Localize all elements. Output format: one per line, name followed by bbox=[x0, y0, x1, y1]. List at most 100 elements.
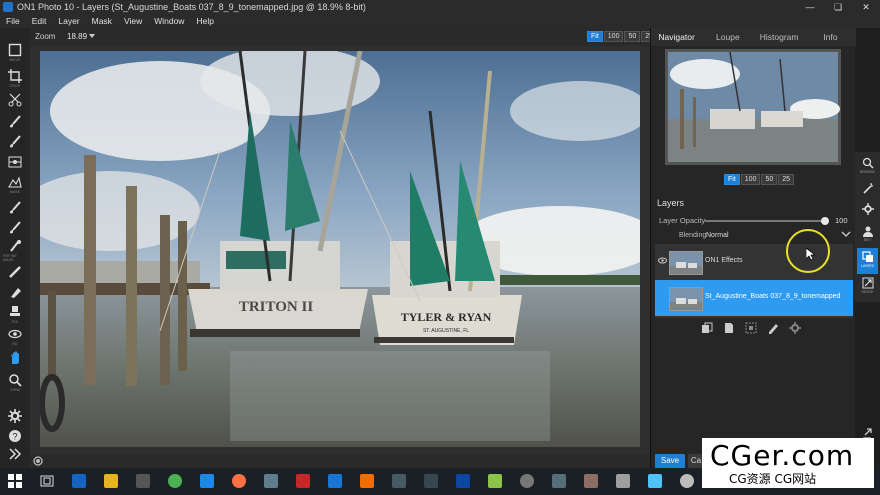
crop-icon bbox=[8, 69, 22, 83]
edge-icon[interactable] bbox=[200, 474, 214, 488]
mask-icon bbox=[8, 176, 22, 188]
navigator-thumbnail[interactable] bbox=[665, 49, 841, 165]
filezilla-icon[interactable] bbox=[296, 474, 310, 488]
menu-file[interactable]: File bbox=[6, 16, 20, 26]
clone-stamp-icon bbox=[10, 306, 20, 316]
module-strip: BROWSE EDIT LAYERS RESIZE bbox=[855, 152, 880, 302]
layer-thumbnail bbox=[669, 251, 703, 275]
module-resize[interactable]: RESIZE bbox=[857, 274, 878, 300]
watermark-line2: CG资源 CG网站 bbox=[729, 472, 817, 486]
module-layers[interactable]: LAYERS bbox=[857, 248, 878, 274]
boat1-name: TRITON II bbox=[239, 299, 313, 315]
close-icon[interactable]: ✕ bbox=[852, 0, 880, 14]
mouse-cursor-icon bbox=[806, 248, 815, 261]
app-icon[interactable] bbox=[392, 474, 406, 488]
zoom-value[interactable]: 18.89 bbox=[67, 32, 87, 41]
app-icon[interactable] bbox=[680, 474, 694, 488]
module-browse[interactable]: BROWSE bbox=[857, 154, 878, 180]
gradient-icon bbox=[8, 156, 22, 168]
nav-fit-button[interactable]: Fit bbox=[724, 174, 740, 185]
zoom-tool[interactable]: VIEW bbox=[3, 370, 27, 398]
outlook-icon[interactable] bbox=[72, 474, 86, 488]
merge-layer-icon[interactable] bbox=[745, 322, 757, 334]
windows-start-icon[interactable] bbox=[8, 474, 22, 488]
file-explorer-icon[interactable] bbox=[104, 474, 118, 488]
blending-label: Blending bbox=[679, 232, 707, 239]
app-icon[interactable] bbox=[584, 474, 598, 488]
menu-window[interactable]: Window bbox=[154, 16, 184, 26]
tab-loupe[interactable]: Loupe bbox=[702, 28, 753, 46]
svg-text:?: ? bbox=[12, 432, 17, 442]
layer-name: ON1 Effects bbox=[705, 257, 743, 264]
tool-bar: MOVE CROP MASK REFINE MASK FIX RD VIEW ? bbox=[0, 28, 30, 468]
nav-50-button[interactable]: 50 bbox=[761, 174, 778, 185]
zoom-50-button[interactable]: 50 bbox=[624, 31, 641, 42]
navigator-zoom-buttons: Fit 100 50 25 bbox=[723, 174, 795, 185]
nav-25-button[interactable]: 25 bbox=[778, 174, 795, 185]
menu-bar: File Edit Layer Mask View Window Help bbox=[0, 14, 880, 28]
photoshop-icon[interactable] bbox=[456, 474, 470, 488]
layer-settings-icon[interactable] bbox=[789, 322, 801, 334]
task-view-icon[interactable] bbox=[40, 475, 54, 487]
app-icon[interactable] bbox=[616, 474, 630, 488]
eraser-icon bbox=[11, 288, 21, 298]
boat2-port: ST. AUGUSTINE, FL bbox=[423, 328, 469, 334]
opacity-value[interactable]: 100 bbox=[835, 216, 848, 225]
app-icon[interactable] bbox=[136, 474, 150, 488]
zoom-bar: Zoom 18.89 Fit 100 50 25 bbox=[30, 28, 658, 46]
zoom-100-button[interactable]: 100 bbox=[603, 31, 624, 42]
app-icon[interactable] bbox=[648, 474, 662, 488]
menu-mask[interactable]: Mask bbox=[92, 16, 112, 26]
maximize-icon[interactable]: ❏ bbox=[824, 0, 852, 14]
app-icon bbox=[3, 2, 13, 12]
menu-layer[interactable]: Layer bbox=[58, 16, 79, 26]
preview-toggle-icon[interactable] bbox=[33, 456, 43, 466]
tab-info[interactable]: Info bbox=[805, 28, 856, 46]
refine-mask-tool[interactable]: REFINE MASK bbox=[3, 236, 27, 264]
minimize-icon[interactable]: — bbox=[796, 0, 824, 14]
app-icon[interactable] bbox=[552, 474, 566, 488]
person-icon bbox=[862, 226, 873, 237]
app-icon[interactable] bbox=[264, 474, 278, 488]
tool-label: REFINE MASK bbox=[3, 254, 18, 262]
app-icon[interactable] bbox=[424, 474, 438, 488]
save-button[interactable]: Save bbox=[655, 454, 685, 468]
window-title: ON1 Photo 10 - Layers (St_Augustine_Boat… bbox=[17, 2, 366, 12]
module-label: EDIT bbox=[863, 238, 872, 242]
layer-actions bbox=[701, 322, 811, 334]
move-tool[interactable]: MOVE bbox=[3, 40, 27, 68]
menu-edit[interactable]: Edit bbox=[32, 16, 47, 26]
module-label: BROWSE bbox=[860, 170, 875, 174]
layers-header[interactable]: Layers bbox=[657, 198, 684, 208]
menu-help[interactable]: Help bbox=[196, 16, 213, 26]
app-icon[interactable] bbox=[488, 474, 502, 488]
delete-layer-icon[interactable] bbox=[767, 322, 779, 334]
module-edit[interactable]: EDIT bbox=[857, 222, 878, 248]
opacity-slider[interactable] bbox=[705, 217, 829, 225]
eye-icon[interactable] bbox=[658, 257, 667, 264]
menu-view[interactable]: View bbox=[124, 16, 142, 26]
layer-row-background[interactable]: St_Augustine_Boats 037_8_9_tonemapped bbox=[655, 280, 853, 316]
nav-100-button[interactable]: 100 bbox=[740, 174, 761, 185]
app-icon[interactable] bbox=[520, 474, 534, 488]
boat2-name: TYLER & RYAN bbox=[401, 310, 492, 324]
tab-navigator[interactable]: Navigator bbox=[651, 28, 702, 46]
mask-tool[interactable]: MASK bbox=[3, 172, 27, 200]
photo-canvas[interactable]: TRITON II TYLER & RYAN ST. AUGUSTINE, FL bbox=[40, 51, 640, 447]
hand-icon bbox=[11, 351, 19, 364]
zoom-dropdown-icon[interactable] bbox=[89, 34, 95, 38]
duplicate-layer-icon[interactable] bbox=[701, 322, 713, 334]
retouch-icon bbox=[9, 266, 21, 278]
firefox-icon[interactable] bbox=[232, 474, 246, 488]
app-icon[interactable] bbox=[360, 474, 374, 488]
watermark: CGer.com CG资源 CG网站 bbox=[702, 438, 874, 488]
chrome-icon[interactable] bbox=[168, 474, 182, 488]
new-layer-icon[interactable] bbox=[723, 322, 735, 334]
blending-mode[interactable]: Normal bbox=[706, 232, 729, 239]
app-icon[interactable] bbox=[328, 474, 342, 488]
chevron-down-icon[interactable] bbox=[841, 231, 851, 238]
opacity-slider-knob[interactable] bbox=[821, 217, 829, 225]
zoom-fit-button[interactable]: Fit bbox=[587, 31, 603, 42]
opacity-label: Layer Opacity bbox=[659, 216, 706, 225]
tab-histogram[interactable]: Histogram bbox=[754, 28, 805, 46]
